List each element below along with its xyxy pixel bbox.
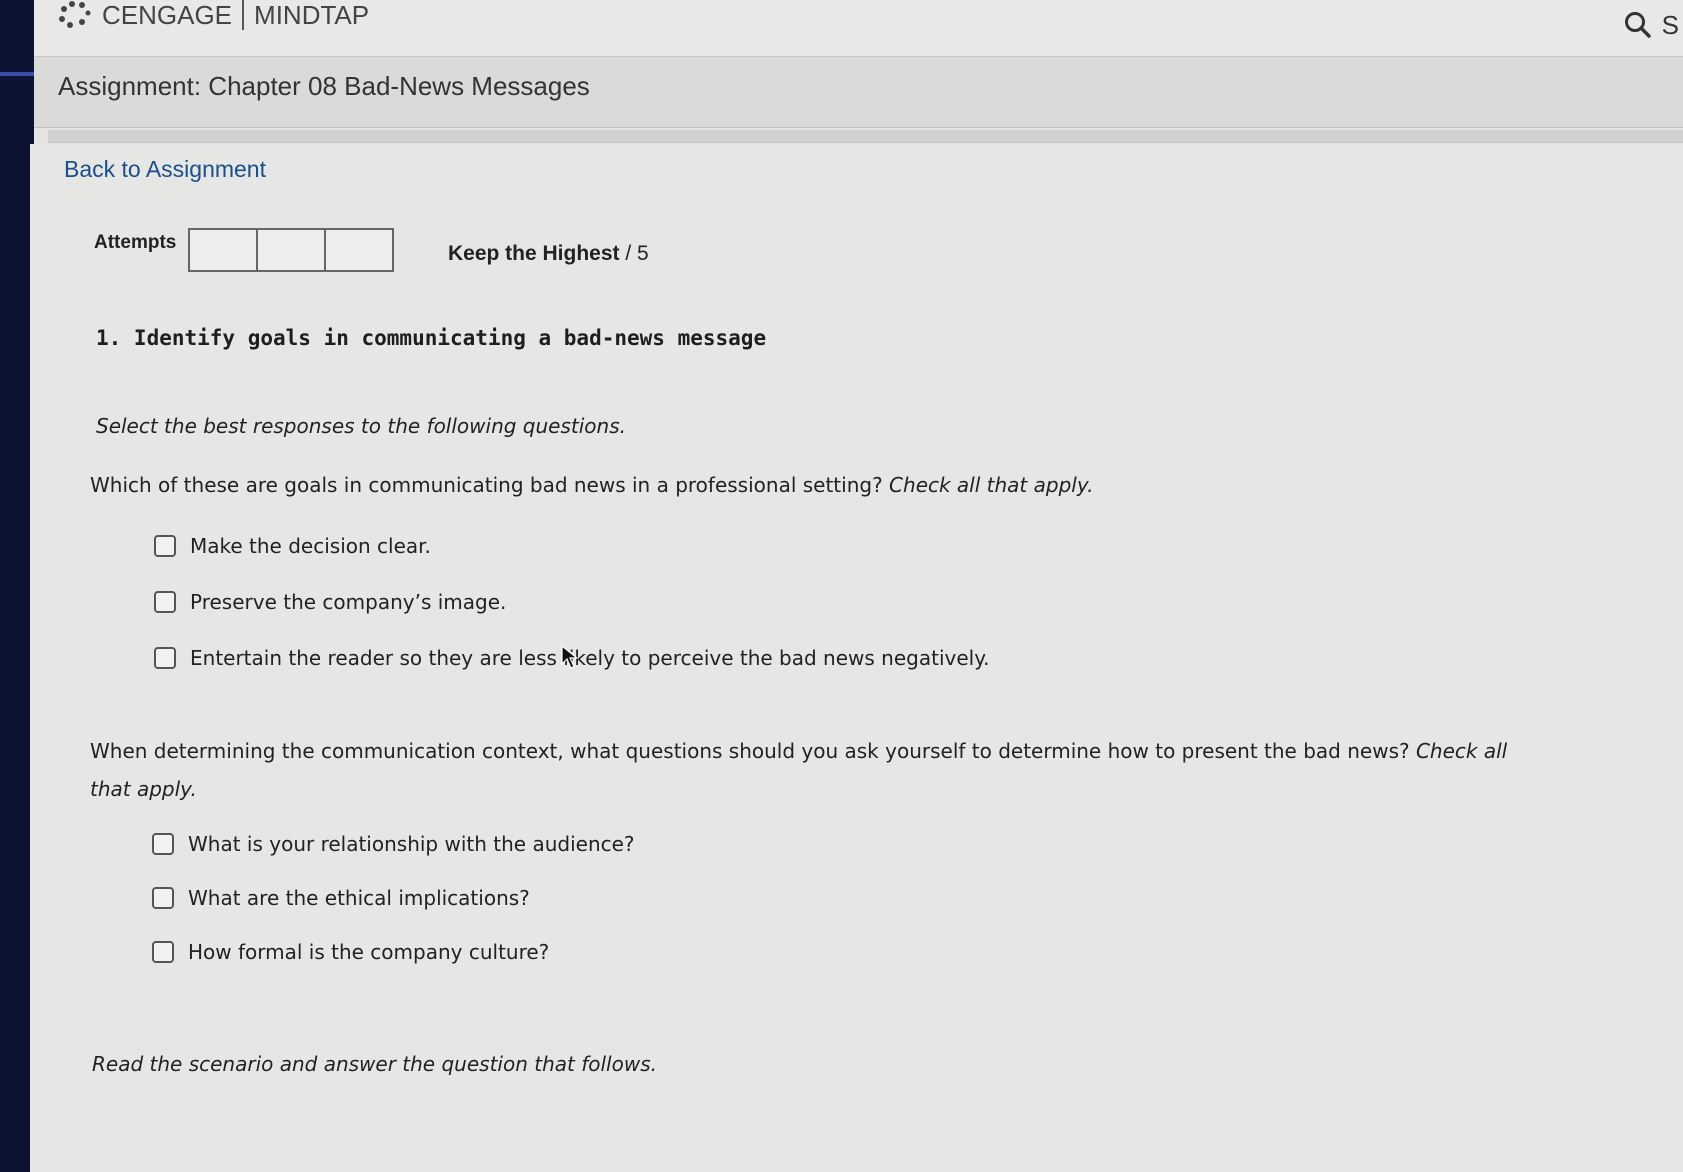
checkbox[interactable] [152,887,174,909]
mouse-cursor-icon [561,644,579,669]
attempt-box [256,228,326,272]
product-name: MINDTAP [254,0,370,30]
answer-option-label: What is your relationship with the audie… [188,832,635,856]
question-prompt-2-text: When determining the communication conte… [90,739,1410,763]
brand-divider [242,0,245,30]
question-prompt-1-text: Which of these are goals in communicatin… [90,473,883,497]
header-divider [48,130,1683,143]
left-sidebar [0,0,34,1172]
brand-name: CENGAGE [102,0,233,30]
answer-option[interactable]: Make the decision clear. [154,534,431,558]
question-prompt-1: Which of these are goals in communicatin… [90,466,1550,504]
attempt-box [324,228,394,272]
page-title: Assignment: Chapter 08 Bad-News Messages [58,71,590,101]
question-panel: Back to Assignment Attempts Keep the Hig… [30,144,1683,1172]
attempts-label: Attempts [94,232,177,253]
assignment-header: Assignment: Chapter 08 Bad-News Messages [34,57,1683,128]
answer-option-label: How formal is the company culture? [188,940,550,964]
answer-option[interactable]: How formal is the company culture? [152,940,549,964]
answer-option-label: Entertain the reader so they are less li… [190,646,990,670]
top-bar: CENGAGE MINDTAP S [34,0,1683,57]
back-to-assignment-link[interactable]: Back to Assignment [64,156,266,183]
question-heading: 1. Identify goals in communicating a bad… [96,326,767,350]
cengage-logo-icon [59,1,91,28]
question-prompt-2: When determining the communication conte… [90,732,1550,808]
grading-score: / 5 [625,242,649,265]
checkbox[interactable] [152,833,174,855]
question-instruction: Select the best responses to the followi… [96,414,626,438]
attempt-box [188,228,258,272]
attempts-indicator [188,228,394,272]
answer-option-label: Preserve the company’s image. [190,590,507,614]
answer-option-label: What are the ethical implications? [188,886,530,910]
search-label-fragment[interactable]: S [1662,10,1679,41]
grading-policy: Keep the Highest / 5 [448,242,649,266]
checkbox[interactable] [154,591,176,613]
answer-option[interactable]: Preserve the company’s image. [154,590,506,614]
answer-option[interactable]: What is your relationship with the audie… [152,832,635,856]
sidebar-accent [0,72,34,76]
answer-option[interactable]: What are the ethical implications? [152,886,530,910]
question-prompt-1-hint: Check all that apply. [889,473,1094,497]
brand-logo[interactable]: CENGAGE MINDTAP [58,0,369,30]
search-icon[interactable] [1623,10,1653,40]
grading-policy-label: Keep the Highest [448,242,620,265]
answer-option-label: Make the decision clear. [190,534,431,558]
checkbox[interactable] [152,941,174,963]
scenario-instruction: Read the scenario and answer the questio… [92,1052,657,1076]
checkbox[interactable] [154,535,176,557]
checkbox[interactable] [154,647,176,669]
